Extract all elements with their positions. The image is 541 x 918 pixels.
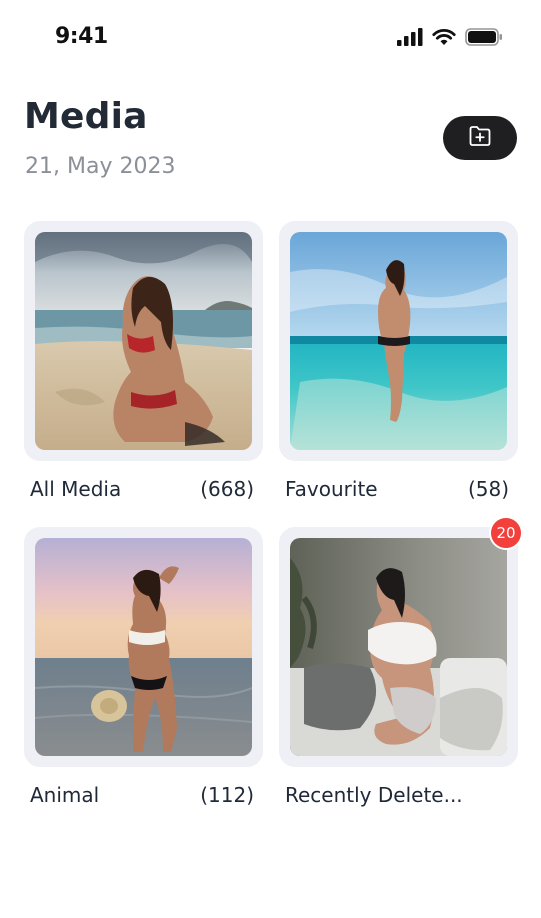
album-card[interactable] bbox=[279, 527, 518, 767]
album-card[interactable] bbox=[279, 221, 518, 461]
album-name: All Media bbox=[30, 477, 122, 501]
battery-icon bbox=[465, 28, 503, 50]
album-all-media[interactable]: All Media (668) bbox=[24, 221, 263, 501]
album-count: (58) bbox=[467, 477, 509, 501]
wifi-icon bbox=[432, 28, 456, 50]
album-favourite[interactable]: Favourite (58) bbox=[279, 221, 518, 501]
album-thumbnail-sofa bbox=[290, 538, 507, 756]
album-recently-deleted[interactable]: Recently Delete... bbox=[279, 527, 518, 807]
album-card[interactable] bbox=[24, 221, 263, 461]
signal-icon bbox=[397, 28, 423, 50]
album-thumbnail-sea bbox=[290, 232, 507, 450]
album-meta: Animal (112) bbox=[30, 783, 254, 807]
folder-plus-icon bbox=[468, 125, 492, 151]
page-title: Media bbox=[24, 96, 148, 137]
status-time: 9:41 bbox=[55, 24, 108, 49]
album-name: Favourite bbox=[285, 477, 378, 501]
album-name: Animal bbox=[30, 783, 100, 807]
album-meta: All Media (668) bbox=[30, 477, 254, 501]
notification-badge: 20 bbox=[489, 516, 523, 550]
album-meta: Favourite (58) bbox=[285, 477, 509, 501]
status-icons bbox=[397, 28, 503, 50]
status-bar: 9:41 bbox=[0, 0, 541, 76]
album-meta: Recently Delete... bbox=[285, 783, 509, 807]
album-card[interactable] bbox=[24, 527, 263, 767]
album-count: (668) bbox=[200, 477, 254, 501]
album-name: Recently Delete... bbox=[285, 783, 463, 807]
page-date: 21, May 2023 bbox=[25, 154, 176, 179]
album-count: (112) bbox=[200, 783, 254, 807]
album-thumbnail-beach bbox=[35, 232, 252, 450]
new-folder-button[interactable] bbox=[443, 116, 517, 160]
album-thumbnail-sunset bbox=[35, 538, 252, 756]
album-animal[interactable]: Animal (112) bbox=[24, 527, 263, 807]
